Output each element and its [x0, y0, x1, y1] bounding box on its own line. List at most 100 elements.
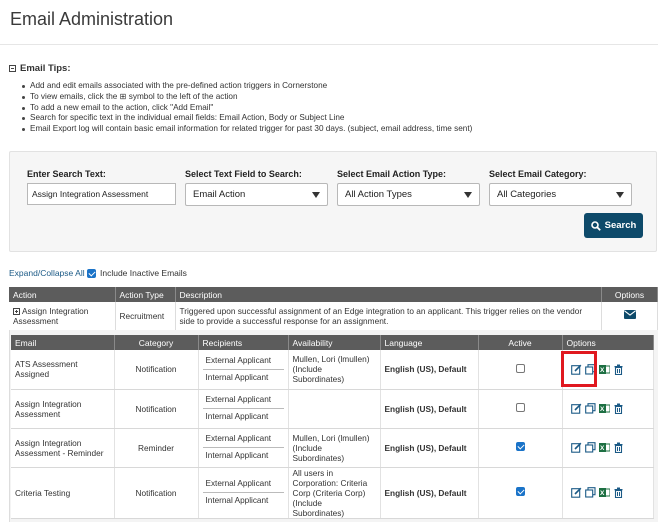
recipients-cell: External Applicant Internal Applicant — [198, 467, 289, 519]
category-cell: Notification — [114, 350, 199, 390]
excel-export-icon[interactable]: X — [598, 403, 610, 414]
trash-icon[interactable] — [613, 364, 624, 375]
collapse-minus-icon[interactable] — [9, 65, 16, 72]
text-field-value: Email Action — [193, 189, 246, 200]
options-cell: X — [562, 389, 654, 429]
divider — [0, 44, 658, 45]
recipients-cell: External Applicant Internal Applicant — [198, 428, 289, 468]
table-row: Criteria Testing Notification External A… — [11, 467, 654, 519]
trash-icon[interactable] — [613, 487, 624, 498]
search-text-label: Enter Search Text: — [27, 169, 106, 179]
col-header-description[interactable]: Description — [175, 287, 602, 302]
recipients-cell: External Applicant Internal Applicant — [198, 350, 289, 390]
copy-icon[interactable] — [584, 442, 596, 453]
recipient-item: Internal Applicant — [205, 412, 269, 421]
svg-text:X: X — [600, 406, 605, 413]
options-cell — [601, 302, 658, 331]
email-tips-heading: Email Tips: — [20, 63, 71, 74]
action-type-cell: Recruitment — [115, 302, 176, 331]
availability-cell: All users in Corporation: Criteria Corp … — [288, 467, 381, 519]
col-header-active[interactable]: Active — [478, 335, 563, 350]
edit-icon[interactable] — [570, 364, 582, 375]
emails-table: Email Category Recipients Availability L… — [11, 335, 654, 519]
text-field-select[interactable]: Email Action — [185, 183, 328, 206]
action-type-select[interactable]: All Action Types — [337, 183, 480, 206]
email-name-cell: Assign Integration Assessment - Reminder — [11, 428, 115, 468]
table-row: Assign Integration Assessment Notificati… — [11, 389, 654, 429]
availability-cell: Mullen, Lori (lmullen) (Include Subordin… — [288, 428, 381, 468]
text-field-label: Select Text Field to Search: — [185, 169, 302, 179]
recipients-cell: External Applicant Internal Applicant — [198, 389, 289, 429]
tip-item: Search for specific text in the individu… — [21, 113, 472, 124]
tip-item: To view emails, click the ⊞ symbol to th… — [21, 92, 472, 103]
email-tips-list: Add and edit emails associated with the … — [21, 81, 472, 135]
trash-icon[interactable] — [613, 442, 624, 453]
category-cell: Notification — [114, 389, 199, 429]
options-cell: X — [562, 467, 654, 519]
search-button-label: Search — [604, 220, 637, 231]
copy-icon[interactable] — [584, 403, 596, 414]
category-select[interactable]: All Categories — [489, 183, 632, 206]
edit-icon[interactable] — [570, 403, 582, 414]
active-checkbox[interactable] — [515, 442, 525, 451]
search-text-input[interactable]: Assign Integration Assessment — [27, 183, 176, 205]
options-cell: X — [562, 350, 654, 390]
col-header-options: Options — [562, 335, 654, 350]
active-checkbox[interactable] — [515, 403, 525, 412]
include-inactive-label: Include Inactive Emails — [100, 268, 187, 278]
search-panel: Enter Search Text: Assign Integration As… — [9, 151, 657, 252]
edit-icon[interactable] — [570, 442, 582, 453]
col-header-category[interactable]: Category — [114, 335, 199, 350]
email-name-cell: Assign Integration Assessment — [11, 389, 115, 429]
collapse-minus-icon[interactable] — [13, 307, 20, 315]
col-header-availability: Availability — [288, 335, 381, 350]
active-checkbox[interactable] — [515, 487, 525, 496]
col-header-action[interactable]: Action — [9, 287, 116, 302]
language-cell: English (US), Default — [380, 467, 479, 519]
table-row: Assign Integration Assessment - Reminder… — [11, 428, 654, 468]
email-tips-toggle[interactable]: Email Tips: — [9, 63, 71, 74]
col-header-email[interactable]: Email — [11, 335, 115, 350]
expand-collapse-link[interactable]: Expand/Collapse All — [9, 268, 85, 278]
chevron-down-icon — [464, 191, 472, 198]
search-button[interactable]: Search — [584, 213, 643, 238]
col-header-action-type[interactable]: Action Type — [115, 287, 176, 302]
search-icon — [590, 220, 601, 231]
language-cell: English (US), Default — [380, 428, 479, 468]
recipient-item: External Applicant — [202, 392, 284, 409]
col-header-language[interactable]: Language — [380, 335, 479, 350]
copy-icon[interactable] — [584, 363, 596, 375]
col-header-recipients: Recipients — [198, 335, 289, 350]
recipient-item: Internal Applicant — [205, 372, 269, 382]
svg-text:X: X — [600, 445, 605, 452]
svg-text:X: X — [600, 490, 605, 497]
action-cell: Assign Integration Assessment — [9, 302, 116, 331]
include-inactive-checkbox[interactable] — [87, 268, 96, 278]
edit-icon[interactable] — [570, 487, 582, 498]
availability-cell — [288, 389, 381, 429]
excel-export-icon[interactable]: X — [598, 487, 610, 498]
page-title: Email Administration — [10, 9, 174, 29]
tip-item: Add and edit emails associated with the … — [21, 81, 472, 92]
excel-export-icon[interactable]: X — [598, 442, 610, 453]
chevron-down-icon — [312, 191, 320, 198]
language-cell: English (US), Default — [380, 389, 479, 429]
envelope-icon[interactable] — [623, 310, 636, 320]
active-cell — [478, 350, 563, 390]
actions-table: Action Action Type Description Options A… — [9, 287, 658, 331]
copy-icon[interactable] — [584, 487, 596, 498]
table-row: ATS Assessment Assigned Notification Ext… — [11, 350, 654, 390]
chevron-down-icon — [616, 191, 624, 198]
recipient-item: External Applicant — [202, 353, 284, 370]
col-header-options: Options — [601, 287, 658, 302]
recipient-item: External Applicant — [202, 476, 284, 493]
category-value: All Categories — [497, 189, 557, 200]
recipient-item: Internal Applicant — [205, 451, 269, 460]
excel-export-icon[interactable]: X — [598, 364, 610, 375]
active-checkbox[interactable] — [515, 363, 525, 373]
category-cell: Notification — [114, 467, 199, 519]
active-cell — [478, 428, 563, 468]
include-inactive-control[interactable]: Include Inactive Emails — [87, 268, 187, 278]
action-name: Assign Integration Assessment — [13, 305, 89, 326]
trash-icon[interactable] — [613, 403, 624, 414]
